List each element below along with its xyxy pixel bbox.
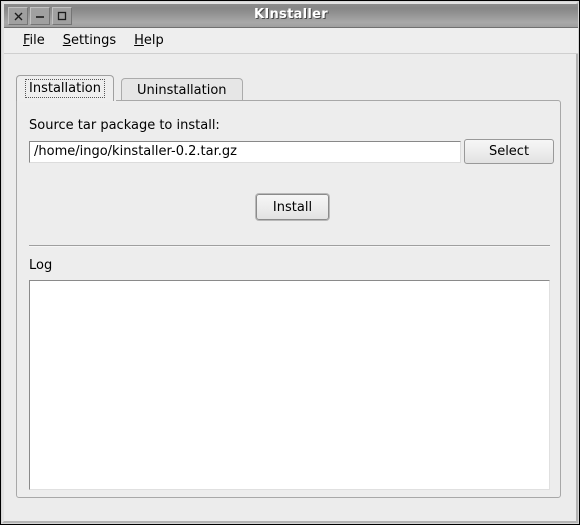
install-button[interactable]: Install [256, 194, 329, 220]
section-separator [29, 245, 550, 247]
source-package-input[interactable]: /home/ingo/kinstaller-0.2.tar.gz [29, 141, 461, 163]
window-title: KInstaller [253, 7, 329, 22]
menu-settings-rest: ettings [71, 33, 117, 48]
tab-installation[interactable]: Installation [16, 75, 115, 101]
menu-file-rest: ile [29, 33, 45, 48]
tab-panel-installation: Source tar package to install: /home/ing… [16, 100, 561, 498]
menubar: File Settings Help [4, 28, 578, 54]
tab-uninstallation[interactable]: Uninstallation [121, 78, 243, 101]
application-window: KInstaller File Settings Help Source tar… [0, 0, 580, 525]
select-button[interactable]: Select [464, 139, 554, 164]
tab-installation-label: Installation [25, 79, 106, 98]
tab-bar: Installation Uninstallation [16, 75, 561, 101]
menu-item-help[interactable]: Help [125, 30, 173, 51]
log-textarea[interactable] [29, 280, 550, 490]
menu-item-settings[interactable]: Settings [54, 30, 125, 51]
log-label: Log [29, 258, 53, 273]
menu-settings-mnemonic: S [62, 33, 72, 48]
menu-help-rest: elp [143, 33, 164, 48]
menu-help-mnemonic: H [134, 33, 144, 48]
tab-uninstallation-label: Uninstallation [137, 82, 227, 98]
menu-item-file[interactable]: File [14, 30, 54, 51]
source-package-label: Source tar package to install: [29, 118, 220, 133]
titlebar[interactable]: KInstaller [4, 4, 578, 28]
